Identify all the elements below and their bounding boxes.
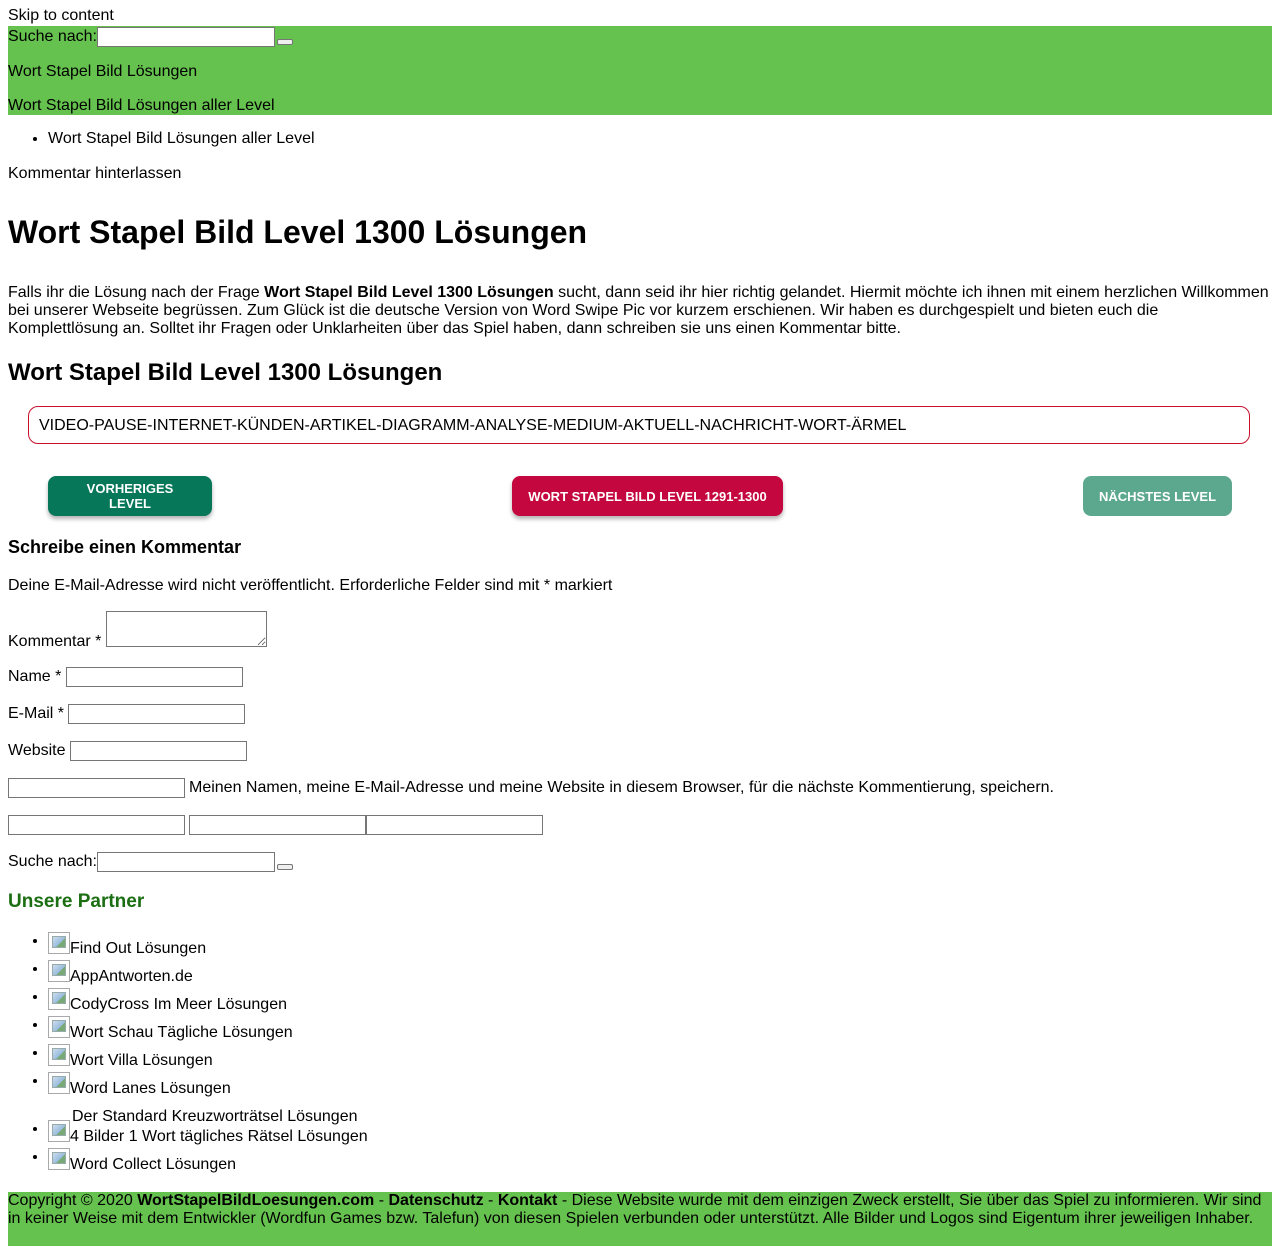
intro-text-pre: Falls ihr die Lösung nach der Frage	[8, 284, 265, 301]
partners-title: Unsere Partner	[8, 891, 145, 912]
comment-textarea[interactable]	[106, 611, 267, 647]
partner-item[interactable]: 4 Bilder 1 Wort tägliches Rätsel Lösunge…	[48, 1120, 368, 1148]
form-submit-field[interactable]	[366, 815, 543, 835]
site-title[interactable]: Wort Stapel Bild Lösungen	[8, 63, 197, 81]
partner-label[interactable]: Word Lanes Lösungen	[70, 1080, 231, 1097]
header-search-submit-button[interactable]	[276, 39, 293, 45]
comment-label: Kommentar *	[8, 633, 102, 650]
site-header: Suche nach: Wort Stapel Bild Lösungen Wo…	[8, 26, 1272, 115]
partner-label[interactable]: 4 Bilder 1 Wort tägliches Rätsel Lösunge…	[70, 1128, 368, 1145]
level-group-button[interactable]: WORT STAPEL BILD LEVEL 1291-1300	[512, 476, 783, 516]
footer-separator: -	[374, 1192, 389, 1209]
save-info-label: Meinen Namen, meine E-Mail-Adresse und m…	[189, 779, 1054, 796]
previous-level-button[interactable]: VORHERIGES LEVEL	[48, 476, 212, 516]
partner-label[interactable]: CodyCross Im Meer Lösungen	[70, 996, 287, 1013]
footer-contact-link[interactable]: Kontakt	[498, 1192, 558, 1209]
name-input[interactable]	[66, 667, 243, 687]
comment-form-notice: Deine E-Mail-Adresse wird nicht veröffen…	[8, 577, 613, 594]
partner-item[interactable]: Wort Villa Lösungen	[48, 1044, 368, 1072]
site-subtitle: Wort Stapel Bild Lösungen aller Level	[8, 97, 275, 114]
main-menu: Wort Stapel Bild Lösungen aller Level	[8, 130, 315, 148]
broken-image-icon	[48, 988, 70, 1010]
partner-item[interactable]: Word Lanes Lösungen	[48, 1072, 368, 1100]
broken-image-icon	[48, 932, 70, 954]
footer-separator: -	[483, 1192, 498, 1209]
comment-form-heading: Schreibe einen Kommentar	[8, 537, 242, 557]
partner-item[interactable]: Wort Schau Tägliche Lösungen	[48, 1016, 368, 1044]
sidebar-search-form: Suche nach:	[8, 852, 293, 872]
partner-item[interactable]: CodyCross Im Meer Lösungen	[48, 988, 368, 1016]
menu-item-all-levels[interactable]: Wort Stapel Bild Lösungen aller Level	[48, 130, 315, 148]
article-subtitle: Wort Stapel Bild Level 1300 Lösungen	[8, 359, 443, 386]
page-title: Wort Stapel Bild Level 1300 Lösungen	[8, 214, 588, 250]
partners-list: Find Out Lösungen AppAntworten.de CodyCr…	[8, 932, 368, 1176]
name-label: Name *	[8, 668, 62, 685]
partner-item[interactable]: AppAntworten.de	[48, 960, 368, 988]
footer-copyright: Copyright © 2020	[8, 1192, 138, 1209]
header-search-input[interactable]	[96, 27, 275, 47]
email-input[interactable]	[68, 704, 245, 724]
answer-box: VIDEO-PAUSE-INTERNET-KÜNDEN-ARTIKEL-DIAG…	[28, 406, 1250, 444]
website-input[interactable]	[70, 741, 247, 761]
leave-comment-link[interactable]: Kommentar hinterlassen	[8, 165, 181, 183]
broken-image-icon	[48, 1044, 70, 1066]
footer-privacy-link[interactable]: Datenschutz	[388, 1192, 483, 1209]
broken-image-icon	[48, 1016, 70, 1038]
footer-site-link[interactable]: WortStapelBildLoesungen.com	[137, 1192, 374, 1209]
article-intro: Falls ihr die Lösung nach der Frage Wort…	[8, 284, 1272, 338]
partner-item[interactable]: Word Collect Lösungen	[48, 1148, 368, 1176]
form-hidden-field-1[interactable]	[8, 815, 185, 835]
broken-image-icon	[48, 1072, 70, 1094]
partner-label[interactable]: AppAntworten.de	[70, 968, 193, 985]
header-search-form: Suche nach:	[8, 26, 293, 48]
website-label: Website	[8, 742, 66, 759]
partner-label[interactable]: Wort Schau Tägliche Lösungen	[70, 1024, 293, 1041]
sidebar-search-submit-button[interactable]	[276, 864, 293, 870]
header-search-label: Suche nach:	[8, 28, 97, 45]
partner-item[interactable]: Der Standard Kreuzworträtsel Lösungen	[48, 1100, 368, 1125]
partner-item[interactable]: Find Out Lösungen	[48, 932, 368, 960]
sidebar-search-label: Suche nach:	[8, 853, 97, 870]
partner-label[interactable]: Word Collect Lösungen	[70, 1156, 236, 1173]
skip-to-content-link[interactable]: Skip to content	[8, 7, 114, 25]
intro-text-bold: Wort Stapel Bild Level 1300 Lösungen	[264, 284, 554, 301]
partner-label[interactable]: Wort Villa Lösungen	[70, 1052, 213, 1069]
next-level-button[interactable]: NÄCHSTES LEVEL	[1083, 476, 1232, 516]
broken-image-icon	[48, 1120, 70, 1142]
broken-image-icon	[48, 960, 70, 982]
sidebar-search-input[interactable]	[96, 852, 275, 872]
save-info-checkbox[interactable]	[8, 778, 185, 798]
partner-label[interactable]: Find Out Lösungen	[70, 940, 206, 957]
form-hidden-field-2[interactable]	[189, 815, 366, 835]
broken-image-icon	[48, 1148, 70, 1170]
email-label: E-Mail *	[8, 705, 65, 722]
site-footer: Copyright © 2020 WortStapelBildLoesungen…	[8, 1192, 1272, 1246]
